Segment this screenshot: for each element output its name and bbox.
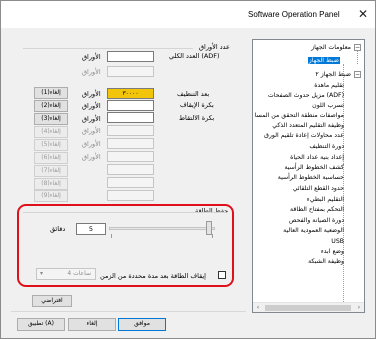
tree-item[interactable]: دورة التنظيف	[309, 143, 344, 150]
counter-field	[107, 66, 154, 77]
tree-item[interactable]: تقليم ماهدة	[314, 82, 344, 89]
cancel-button[interactable]: إلغاء	[68, 318, 116, 331]
sheet-count-section-title: عدد الأوراق	[199, 43, 230, 51]
counter-field	[107, 177, 154, 188]
tree-item[interactable]: وظيفة التقليم المتعدد الذكي	[272, 122, 344, 129]
section-divider	[23, 48, 193, 49]
counter-field	[107, 190, 154, 201]
collapse-icon[interactable]: −	[354, 71, 361, 78]
group-divider	[23, 212, 226, 213]
clear-button[interactable]: إلغاء(6)	[34, 152, 68, 164]
chevron-down-icon: ▾	[40, 270, 44, 277]
tree-item[interactable]: كشف الخطوط الرأسية	[284, 164, 344, 171]
tree-item-device-setting-2[interactable]: ضبط الجهاز ٢	[315, 71, 351, 78]
after-cleaning-field: ٣٠٠٠٠	[107, 88, 154, 99]
auto-power-off-checkbox[interactable]	[218, 271, 226, 279]
sheets-unit: الأوراق	[82, 53, 101, 61]
pick-roller-field	[107, 112, 154, 123]
counter-field	[107, 151, 154, 162]
title-bar: Software Operation Panel ✕	[1, 1, 375, 28]
clear-button[interactable]: إلغاء(3)	[34, 113, 68, 125]
tree-item[interactable]: عدد محاولات إعادة تلقيم الورق	[264, 132, 344, 139]
power-saving-title: حفظ الطاقة	[195, 207, 229, 215]
power-saving-slider[interactable]	[109, 227, 215, 230]
tree-item[interactable]: التحكم بمفتاح الطاقة	[290, 206, 344, 213]
tree-item[interactable]: مواصفات منطقة التحقق من المسا	[255, 112, 344, 119]
minutes-unit: دقائق	[50, 225, 66, 233]
pick-roller-label: بكرة الالتقاط	[179, 114, 215, 122]
clear-button[interactable]: إلغاء(4)	[34, 126, 68, 138]
default-button[interactable]: افتراضي	[32, 295, 72, 307]
hours-dropdown[interactable]: 4 ساعات ▾	[36, 268, 96, 280]
sheets-unit: الأوراق	[82, 68, 101, 76]
tree-item[interactable]: التقليم البطيء	[307, 196, 344, 203]
auto-power-off-label: إيقاف الطاقة بعد مدة محددة من الزمن	[100, 272, 206, 280]
counter-field	[107, 164, 154, 175]
sheets-unit: الأوراق	[82, 153, 101, 161]
tree-item[interactable]: حساسية الخطوط الرأسية	[278, 174, 344, 181]
tree-item[interactable]: وظيفة الشبكة	[308, 258, 344, 265]
counter-field	[107, 125, 154, 136]
close-icon[interactable]: ✕	[355, 7, 371, 21]
window-title: Software Operation Panel	[248, 10, 340, 19]
collapse-icon[interactable]: −	[354, 44, 361, 51]
tree-item-device-info[interactable]: معلومات الجهاز	[311, 44, 351, 51]
tree-item[interactable]: USB	[331, 238, 344, 245]
clear-button[interactable]: إلغاء(1)	[34, 87, 68, 99]
adf-total-label: العدد الكلي (ADF)	[169, 52, 220, 60]
tree-item[interactable]: مزيل حدوث الصفحات (ADF)	[268, 92, 344, 99]
tree-item[interactable]: إعداد بنية عداد الحياة	[290, 154, 344, 161]
settings-tree[interactable]: − − معلومات الجهاز ضبط الجهاز ضبط الجهاز…	[252, 39, 365, 313]
minutes-spinbox[interactable]: 5	[76, 223, 106, 235]
footer-divider	[11, 311, 246, 312]
tree-item[interactable]: تسرب اللون	[312, 102, 344, 109]
slider-tick	[212, 234, 213, 238]
brake-roller-label: بكرة الإيقاف	[180, 101, 214, 109]
tree-item[interactable]: الوضعية العمودية العالية	[283, 227, 344, 234]
software-operation-panel-window: Software Operation Panel ✕ − − معلومات ا…	[0, 0, 376, 339]
scroll-left-icon[interactable]: ‹	[253, 303, 263, 312]
slider-thumb[interactable]	[206, 221, 212, 235]
after-cleaning-label: بعد التنظيف	[177, 90, 210, 98]
hours-value: 4 ساعات	[67, 270, 91, 277]
sheets-unit: الأوراق	[82, 90, 101, 98]
clear-button[interactable]: إلغاء(9)	[34, 190, 68, 202]
clear-button[interactable]: إلغاء(5)	[34, 139, 68, 151]
clear-button[interactable]: إلغاء(7)	[34, 165, 68, 177]
tree-connector	[343, 64, 344, 304]
scroll-thumb[interactable]	[265, 305, 351, 311]
brake-roller-field	[107, 100, 154, 111]
sheets-unit: الأوراق	[82, 127, 101, 135]
tree-horizontal-scrollbar[interactable]: ‹ ›	[253, 302, 364, 312]
sheets-unit: الأوراق	[82, 102, 101, 110]
apply-button[interactable]: تطبيق (A)	[17, 318, 65, 331]
sheets-unit: الأوراق	[82, 140, 101, 148]
clear-button[interactable]: إلغاء(8)	[34, 178, 68, 190]
counter-field	[107, 138, 154, 149]
clear-button[interactable]: إلغاء(2)	[34, 100, 68, 112]
tree-item[interactable]: حدود القطع التلقائي	[293, 185, 344, 192]
ok-button[interactable]: موافق	[118, 318, 166, 331]
sheets-unit: الأوراق	[82, 115, 101, 123]
tree-item[interactable]: وضع ابدء	[321, 248, 344, 255]
scroll-right-icon[interactable]: ›	[354, 303, 364, 312]
tree-item[interactable]: دورة الصيانة والفحص	[289, 217, 344, 224]
tree-item-device-setting[interactable]: ضبط الجهاز	[307, 57, 340, 64]
slider-tick	[111, 234, 112, 238]
adf-total-field	[107, 51, 154, 62]
